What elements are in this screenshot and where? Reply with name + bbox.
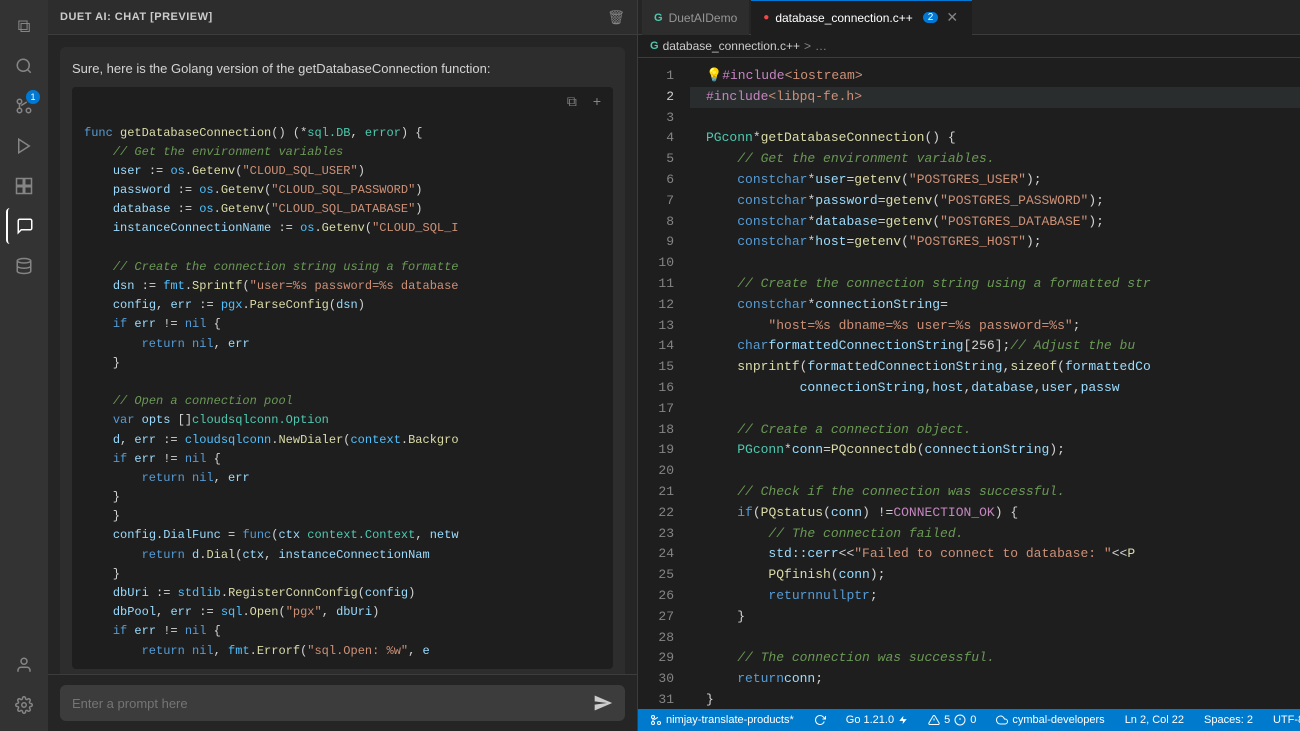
code-line bbox=[690, 461, 1300, 482]
code-line: } bbox=[690, 607, 1300, 628]
code-line: const char *database = getenv("POSTGRES_… bbox=[690, 212, 1300, 233]
branch-icon bbox=[650, 714, 662, 726]
warnings-count: 5 bbox=[944, 714, 950, 726]
warning-icon bbox=[928, 714, 940, 726]
chat-message-text: Sure, here is the Golang version of the … bbox=[72, 61, 490, 76]
tab-close-button[interactable]: ✕ bbox=[944, 9, 960, 26]
breadcrumb-file[interactable]: database_connection.c++ bbox=[663, 39, 800, 53]
sync-status[interactable] bbox=[810, 714, 830, 726]
code-view[interactable]: 💡#include <iostream> #include <libpq-fe.… bbox=[690, 58, 1300, 709]
code-line bbox=[690, 253, 1300, 274]
explorer-icon[interactable]: ⧉ bbox=[6, 8, 42, 44]
go-label: Go 1.21.0 bbox=[846, 714, 894, 726]
send-button[interactable] bbox=[593, 693, 613, 713]
code-line: connectionString, host, database, user, … bbox=[690, 378, 1300, 399]
code-content: func getDatabaseConnection() (*sql.DB, e… bbox=[72, 116, 613, 669]
chat-title: DUET AI: CHAT [PREVIEW] bbox=[60, 11, 213, 23]
source-control-icon[interactable]: 1 bbox=[6, 88, 42, 124]
code-line: // The connection failed. bbox=[690, 524, 1300, 545]
editor-tabs: G DuetAIDemo ● database_connection.c++ 2… bbox=[638, 0, 1300, 35]
code-line: // Create a connection object. bbox=[690, 420, 1300, 441]
code-line: // Get the environment variables. bbox=[690, 149, 1300, 170]
lightning-icon bbox=[898, 715, 908, 725]
code-line: 💡#include <iostream> bbox=[690, 66, 1300, 87]
errors-count: 0 bbox=[970, 714, 976, 726]
code-line: const char *connectionString = bbox=[690, 295, 1300, 316]
breadcrumb-separator: > bbox=[804, 39, 811, 53]
extensions-icon[interactable] bbox=[6, 168, 42, 204]
code-line: PGconn *conn = PQconnectdb(connectionStr… bbox=[690, 440, 1300, 461]
run-debug-icon[interactable] bbox=[6, 128, 42, 164]
go-status[interactable]: Go 1.21.0 bbox=[842, 714, 912, 726]
tab-icon-cpp: ● bbox=[763, 12, 769, 23]
copy-code-button[interactable]: ⧉ bbox=[563, 91, 581, 112]
code-line: PGconn *getDatabaseConnection() { bbox=[690, 128, 1300, 149]
search-icon[interactable] bbox=[6, 48, 42, 84]
position-label: Ln 2, Col 22 bbox=[1125, 714, 1184, 726]
code-block-toolbar: ⧉ + bbox=[72, 87, 613, 116]
code-line: // Check if the connection was successfu… bbox=[690, 482, 1300, 503]
duet-chat-icon[interactable] bbox=[6, 208, 42, 244]
code-line: // Create the connection string using a … bbox=[690, 274, 1300, 295]
tab-label-database: database_connection.c++ bbox=[775, 11, 912, 25]
cloud-status[interactable]: cymbal-developers bbox=[992, 714, 1108, 726]
code-line: } bbox=[690, 690, 1300, 709]
chat-input[interactable] bbox=[72, 696, 585, 711]
editor-area: G DuetAIDemo ● database_connection.c++ 2… bbox=[638, 0, 1300, 731]
chat-input-area bbox=[48, 674, 637, 731]
code-line: // The connection was successful. bbox=[690, 648, 1300, 669]
code-line bbox=[690, 399, 1300, 420]
code-line: if (PQstatus(conn) != CONNECTION_OK) { bbox=[690, 503, 1300, 524]
code-line: char formattedConnectionString[256]; // … bbox=[690, 336, 1300, 357]
code-line: return nullptr; bbox=[690, 586, 1300, 607]
encoding-label: UTF-8 bbox=[1273, 714, 1300, 726]
spaces-label: Spaces: 2 bbox=[1204, 714, 1253, 726]
code-editor: 1 2 3 4 5 6 7 8 9 10 11 12 13 14 15 16 1… bbox=[638, 58, 1300, 709]
chat-message: Sure, here is the Golang version of the … bbox=[60, 47, 625, 674]
cloud-icon bbox=[996, 714, 1008, 726]
cloud-label: cymbal-developers bbox=[1012, 714, 1104, 726]
settings-icon[interactable] bbox=[6, 687, 42, 723]
code-line: const char *password = getenv("POSTGRES_… bbox=[690, 191, 1300, 212]
code-line: std::cerr << "Failed to connect to datab… bbox=[690, 544, 1300, 565]
chat-header: DUET AI: CHAT [PREVIEW] 🗑 bbox=[48, 0, 637, 35]
chat-input-row bbox=[60, 685, 625, 721]
spaces-status[interactable]: Spaces: 2 bbox=[1200, 714, 1257, 726]
activity-bar: ⧉ 1 bbox=[0, 0, 48, 731]
code-line: return conn; bbox=[690, 669, 1300, 690]
chat-panel: DUET AI: CHAT [PREVIEW] 🗑 Sure, here is … bbox=[48, 0, 638, 731]
breadcrumb: G database_connection.c++ > … bbox=[638, 35, 1300, 58]
code-line: PQfinish(conn); bbox=[690, 565, 1300, 586]
encoding-status[interactable]: UTF-8 bbox=[1269, 714, 1300, 726]
warnings-status[interactable]: 5 0 bbox=[924, 714, 980, 726]
tab-icon-g: G bbox=[654, 12, 663, 24]
code-line: "host=%s dbname=%s user=%s password=%s"; bbox=[690, 316, 1300, 337]
chat-body: Sure, here is the Golang version of the … bbox=[48, 35, 637, 674]
delete-icon[interactable]: 🗑 bbox=[607, 9, 625, 26]
code-line: snprintf(formattedConnectionString, size… bbox=[690, 357, 1300, 378]
status-bar: nimjay-translate-products* Go 1.21.0 5 0 bbox=[638, 709, 1300, 731]
tab-duetaidemo[interactable]: G DuetAIDemo bbox=[642, 0, 749, 35]
error-icon bbox=[954, 714, 966, 726]
code-line bbox=[690, 628, 1300, 649]
branch-name: nimjay-translate-products* bbox=[666, 714, 794, 726]
code-line: const char *user = getenv("POSTGRES_USER… bbox=[690, 170, 1300, 191]
code-line bbox=[690, 108, 1300, 129]
insert-code-button[interactable]: + bbox=[589, 91, 605, 112]
tab-database-connection[interactable]: ● database_connection.c++ 2 ✕ bbox=[751, 0, 972, 35]
tab-badge: 2 bbox=[923, 12, 939, 23]
tab-label-duetaidemo: DuetAIDemo bbox=[669, 11, 738, 25]
account-icon[interactable] bbox=[6, 647, 42, 683]
code-block: ⧉ + func getDatabaseConnection() (*sql.D… bbox=[72, 87, 613, 669]
database-icon[interactable] bbox=[6, 248, 42, 284]
code-line: #include <libpq-fe.h> bbox=[690, 87, 1300, 108]
branch-status[interactable]: nimjay-translate-products* bbox=[646, 714, 798, 726]
line-numbers: 1 2 3 4 5 6 7 8 9 10 11 12 13 14 15 16 1… bbox=[638, 58, 690, 709]
breadcrumb-more[interactable]: … bbox=[815, 39, 827, 53]
code-line: const char *host = getenv("POSTGRES_HOST… bbox=[690, 232, 1300, 253]
breadcrumb-icon: G bbox=[650, 40, 659, 52]
position-status[interactable]: Ln 2, Col 22 bbox=[1121, 714, 1188, 726]
sync-icon bbox=[814, 714, 826, 726]
